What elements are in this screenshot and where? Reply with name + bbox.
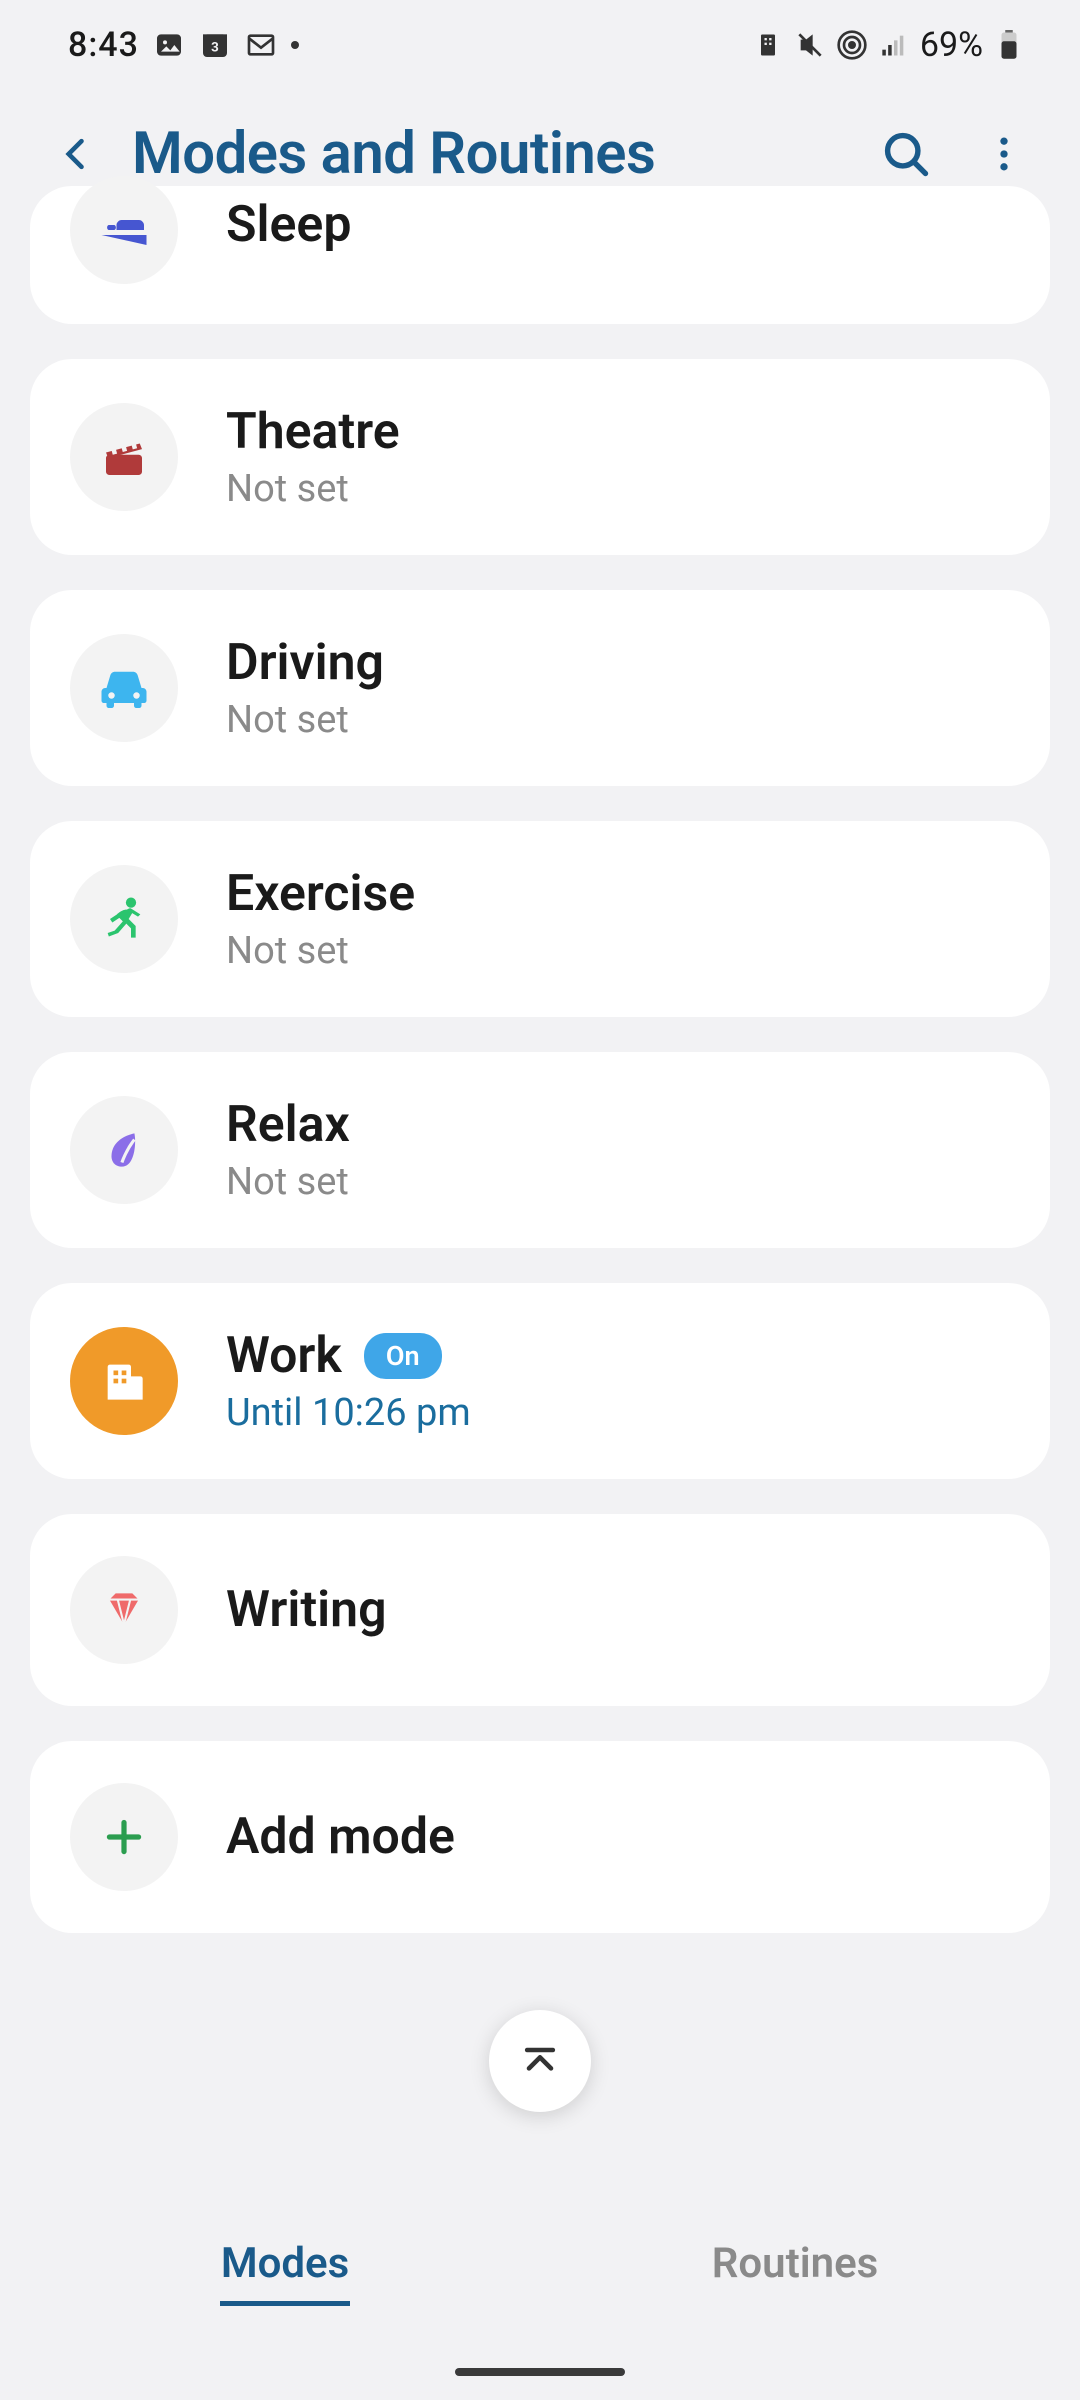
leaf-icon xyxy=(70,1096,178,1204)
mode-title: Driving xyxy=(226,634,384,692)
mode-title: Work On xyxy=(226,1327,471,1385)
status-left: 8:43 3 xyxy=(68,25,299,65)
battery-percentage: 69% xyxy=(920,25,983,65)
mode-writing[interactable]: Writing xyxy=(30,1514,1050,1706)
mode-subtitle: Not set xyxy=(226,929,415,973)
mode-title: Relax xyxy=(226,1096,350,1154)
building-icon xyxy=(70,1327,178,1435)
mode-subtitle: Not set xyxy=(226,698,384,742)
gmail-icon xyxy=(245,29,277,61)
car-icon xyxy=(70,634,178,742)
building-status-icon xyxy=(752,29,784,61)
mode-driving[interactable]: Driving Not set xyxy=(30,590,1050,786)
bottom-nav: Modes Routines xyxy=(0,2219,1080,2348)
mode-title: Sleep xyxy=(226,196,351,254)
mode-title: Theatre xyxy=(226,403,400,461)
battery-icon xyxy=(993,29,1025,61)
mode-subtitle: Not set xyxy=(226,467,400,511)
mode-theatre[interactable]: Theatre Not set xyxy=(30,359,1050,555)
notification-dot-icon xyxy=(291,41,299,49)
vibrate-mute-icon xyxy=(794,29,826,61)
gem-icon xyxy=(70,1556,178,1664)
header-actions xyxy=(878,126,1032,182)
more-button[interactable] xyxy=(976,126,1032,182)
on-badge: On xyxy=(364,1333,442,1379)
mode-title: Exercise xyxy=(226,865,415,923)
gesture-bar xyxy=(455,2368,625,2376)
runner-icon xyxy=(70,865,178,973)
mode-exercise[interactable]: Exercise Not set xyxy=(30,821,1050,1017)
status-right: 69% xyxy=(752,25,1025,65)
mode-text: Work On Until 10:26 pm xyxy=(226,1327,471,1435)
mode-work[interactable]: Work On Until 10:26 pm xyxy=(30,1283,1050,1479)
mode-text: Exercise Not set xyxy=(226,865,415,973)
mode-text: Theatre Not set xyxy=(226,403,400,511)
mode-text: Driving Not set xyxy=(226,634,384,742)
mode-subtitle: Until 10:26 pm xyxy=(226,1391,471,1435)
scroll-top-button[interactable] xyxy=(489,2010,591,2112)
mode-sleep[interactable]: Sleep xyxy=(30,186,1050,324)
modes-list: Sleep Theatre Not set Driving Not set Ex… xyxy=(0,226,1080,1933)
plus-icon xyxy=(70,1783,178,1891)
tab-routines[interactable]: Routines xyxy=(540,2219,1050,2308)
add-mode-button[interactable]: Add mode xyxy=(30,1741,1050,1933)
mode-subtitle: Not set xyxy=(226,1160,350,1204)
mode-text: Sleep xyxy=(226,196,351,254)
mode-text: Add mode xyxy=(226,1808,455,1866)
mode-text: Relax Not set xyxy=(226,1096,350,1204)
mode-title: Add mode xyxy=(226,1808,455,1866)
tab-modes[interactable]: Modes xyxy=(30,2219,540,2308)
mode-relax[interactable]: Relax Not set xyxy=(30,1052,1050,1248)
clapper-icon xyxy=(70,403,178,511)
hotspot-icon xyxy=(836,29,868,61)
gallery-icon xyxy=(153,29,185,61)
mode-title-text: Work xyxy=(226,1327,342,1385)
status-time: 8:43 xyxy=(68,25,139,65)
status-bar: 8:43 3 69% xyxy=(0,0,1080,90)
page-title: Modes and Routines xyxy=(132,120,850,188)
signal-icon xyxy=(878,29,910,61)
search-button[interactable] xyxy=(878,126,934,182)
back-button[interactable] xyxy=(48,126,104,182)
bed-icon xyxy=(70,176,178,284)
svg-text:3: 3 xyxy=(211,41,219,56)
calendar-icon: 3 xyxy=(199,29,231,61)
mode-title: Writing xyxy=(226,1581,387,1639)
mode-text: Writing xyxy=(226,1581,387,1639)
